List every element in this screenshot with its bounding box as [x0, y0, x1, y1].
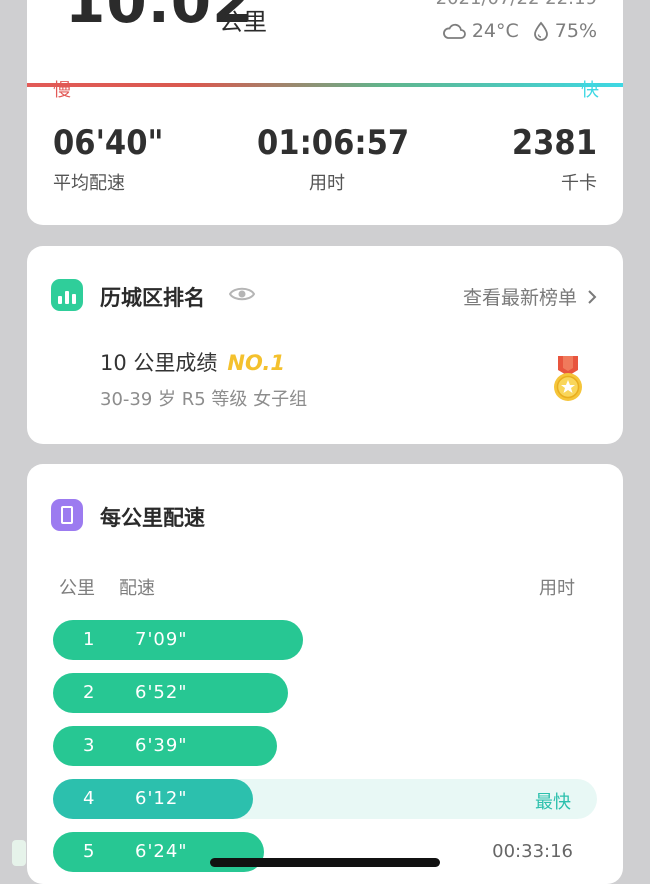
home-indicator[interactable]	[210, 858, 440, 867]
cloud-icon	[442, 23, 466, 39]
ranking-title: 历城区排名	[100, 286, 205, 310]
split-pace: 7'09"	[135, 629, 188, 650]
split-pace: 6'24"	[135, 841, 188, 862]
column-header-km: 公里	[59, 578, 95, 599]
split-km: 1	[83, 629, 95, 650]
distance-unit: 公里	[219, 8, 267, 36]
pace-gradient-bar	[27, 83, 623, 87]
rank-result: 10 公里成绩 NO.1	[100, 347, 285, 377]
split-time: 00:33:16	[492, 841, 573, 862]
medal-icon	[554, 356, 582, 401]
view-latest-ranking-link[interactable]: 查看最新榜单	[463, 283, 597, 310]
split-pace: 6'39"	[135, 735, 188, 756]
duration-metric: 01:06:57 用时	[257, 123, 410, 195]
duration-value: 01:06:57	[257, 123, 410, 163]
eye-icon[interactable]	[229, 285, 255, 303]
weather-info: 24°C 75%	[442, 20, 597, 42]
split-km: 2	[83, 682, 95, 703]
bar-chart-icon	[51, 279, 83, 311]
slow-label: 慢	[53, 80, 71, 101]
duration-label: 用时	[309, 173, 345, 194]
fastest-label: 最快	[535, 792, 571, 813]
split-row: 2 6'52"	[53, 673, 597, 713]
calories-label: 千卡	[561, 173, 597, 194]
split-row: 4 6'12" 最快	[53, 779, 597, 819]
split-row: 3 6'39"	[53, 726, 597, 766]
ranking-card[interactable]: 历城区排名 查看最新榜单 10 公里成绩 NO.1 30-39 岁 R5 等级 女…	[27, 246, 623, 444]
calories-value: 2381	[511, 123, 597, 163]
result-label: 10 公里成绩	[100, 351, 218, 375]
avg-pace-label: 平均配速	[53, 173, 125, 194]
column-header-pace: 配速	[119, 578, 155, 599]
humidity: 75%	[554, 20, 597, 42]
rank-group: 30-39 岁 R5 等级 女子组	[100, 389, 308, 410]
avg-pace-metric: 06'40" 平均配速	[53, 123, 163, 195]
droplet-icon	[533, 21, 548, 41]
run-datetime: 2021/07/22 22:19	[436, 0, 597, 9]
split-pace: 6'12"	[135, 788, 188, 809]
rank-position: NO.1	[227, 351, 285, 375]
view-latest-ranking-label: 查看最新榜单	[462, 287, 577, 309]
calories-metric: 2381 千卡	[512, 123, 597, 195]
split-pace: 6'52"	[135, 682, 188, 703]
split-km: 5	[83, 841, 95, 862]
splits-title: 每公里配速	[100, 506, 205, 530]
split-row: 1 7'09"	[53, 620, 597, 660]
temperature: 24°C	[471, 20, 519, 42]
split-km: 3	[83, 735, 95, 756]
edge-widget	[12, 840, 26, 866]
column-header-time: 用时	[539, 578, 575, 599]
avg-pace-value: 06'40"	[53, 123, 164, 163]
chevron-right-icon	[588, 289, 597, 304]
pace-list-icon	[51, 499, 83, 531]
run-summary-card: 10.02 公里 2021/07/22 22:19 24°C 75% 慢 快 0…	[27, 0, 623, 225]
split-km: 4	[83, 788, 95, 809]
fast-label: 快	[581, 80, 599, 101]
per-km-pace-card: 每公里配速 公里 配速 用时 1 7'09" 2 6'52" 3 6'39" 4 6'12" 最…	[27, 464, 623, 884]
